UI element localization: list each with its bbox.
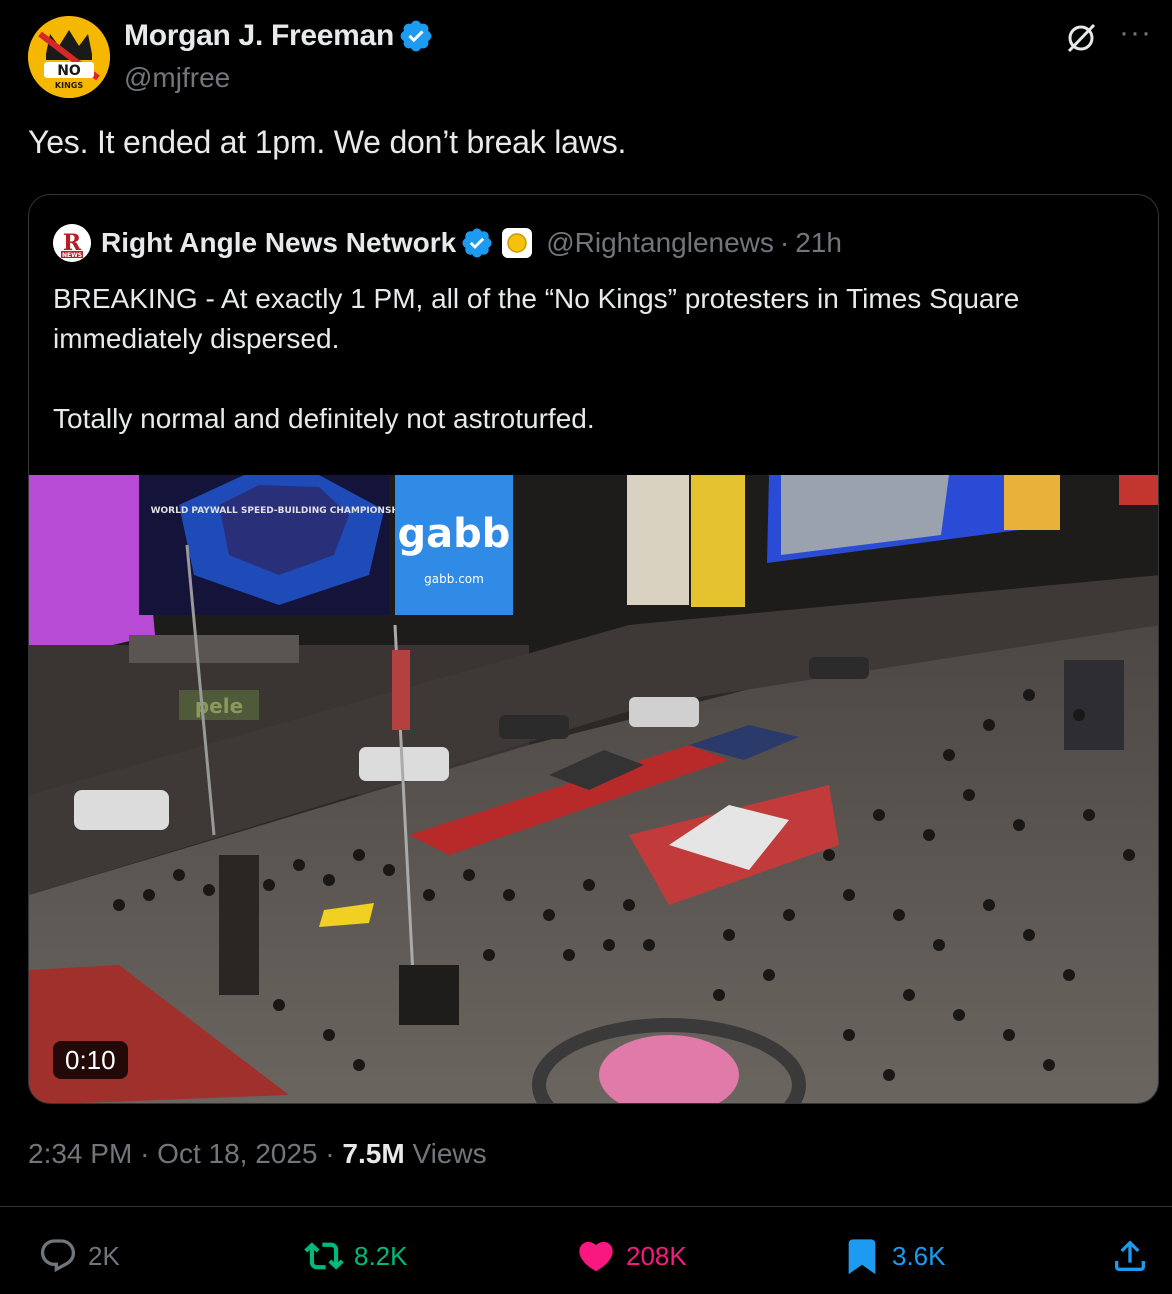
retweet-button[interactable]: 8.2K bbox=[304, 1226, 408, 1286]
quoted-paragraph-1: BREAKING - At exactly 1 PM, all of the “… bbox=[53, 283, 1020, 354]
quoted-video[interactable]: WORLD PAYWALL SPEED-BUILDING CHAMPIONSHI… bbox=[29, 475, 1158, 1103]
reply-count: 2K bbox=[88, 1240, 120, 1271]
no-kings-crown-logo-icon: NO KINGS bbox=[28, 16, 110, 98]
divider bbox=[0, 1206, 1172, 1207]
more-options-icon[interactable]: ··· bbox=[1119, 18, 1152, 48]
quoted-display-name[interactable]: Right Angle News Network bbox=[101, 227, 456, 259]
grok-icon[interactable] bbox=[1063, 20, 1099, 56]
retweet-icon bbox=[304, 1242, 344, 1270]
quoted-separator: · bbox=[779, 227, 790, 258]
like-button[interactable]: 208K bbox=[576, 1226, 687, 1286]
meta-separator-2: · bbox=[325, 1138, 335, 1169]
avatar-text-bottom: KINGS bbox=[55, 81, 83, 90]
author-display-name[interactable]: Morgan J. Freeman bbox=[124, 19, 394, 53]
author-avatar[interactable]: NO KINGS bbox=[28, 16, 110, 98]
views-label: Views bbox=[412, 1138, 487, 1169]
quoted-verified-badge-icon[interactable] bbox=[460, 226, 494, 260]
tweet-date[interactable]: Oct 18, 2025 bbox=[157, 1138, 317, 1169]
gabb-billboard-subtext: gabb.com bbox=[424, 572, 484, 586]
author-handle[interactable]: @mjfree bbox=[124, 62, 434, 94]
tweet-time[interactable]: 2:34 PM bbox=[28, 1138, 132, 1169]
billboard-title: WORLD PAYWALL SPEED-BUILDING CHAMPIONSHI… bbox=[151, 506, 416, 516]
bookmark-icon bbox=[848, 1239, 876, 1275]
tweet-header: NO KINGS Morgan J. Freeman @mjfree ··· bbox=[28, 14, 1152, 100]
affiliate-badge-icon[interactable] bbox=[502, 228, 533, 258]
quoted-avatar-subtext: NEWS bbox=[62, 252, 82, 259]
heart-icon bbox=[579, 1241, 613, 1272]
quoted-tweet[interactable]: R NEWS Right Angle News Network @Rightan… bbox=[28, 194, 1159, 1104]
right-angle-news-logo-icon: R NEWS bbox=[53, 224, 91, 262]
retweet-count: 8.2K bbox=[354, 1240, 408, 1271]
times-square-video-frame: WORLD PAYWALL SPEED-BUILDING CHAMPIONSHI… bbox=[29, 475, 1158, 1103]
tweet-meta: 2:34 PM · Oct 18, 2025 · 7.5M Views bbox=[28, 1138, 487, 1170]
reply-icon bbox=[40, 1239, 76, 1273]
action-bar: 2K 8.2K 208K 3.6K bbox=[0, 1226, 1172, 1286]
bookmark-button[interactable]: 3.6K bbox=[842, 1226, 946, 1286]
gabb-billboard-text: gabb bbox=[398, 511, 511, 557]
reply-button[interactable]: 2K bbox=[38, 1226, 120, 1286]
share-icon bbox=[1115, 1240, 1145, 1271]
quoted-time[interactable]: 21h bbox=[795, 227, 842, 259]
avatar-text-top: NO bbox=[57, 63, 81, 79]
views-count[interactable]: 7.5M bbox=[342, 1138, 404, 1169]
verified-badge-icon[interactable] bbox=[398, 18, 434, 54]
like-count: 208K bbox=[626, 1240, 687, 1271]
quoted-body: BREAKING - At exactly 1 PM, all of the “… bbox=[53, 279, 1133, 439]
meta-separator-1: · bbox=[140, 1138, 150, 1169]
video-timer: 0:10 bbox=[53, 1041, 128, 1079]
share-button[interactable] bbox=[1110, 1226, 1160, 1286]
quoted-handle[interactable]: @Rightanglenews bbox=[546, 227, 774, 259]
bookmark-count: 3.6K bbox=[892, 1240, 946, 1271]
tweet-text: Yes. It ended at 1pm. We don’t break law… bbox=[28, 124, 627, 160]
quoted-paragraph-2: Totally normal and definitely not astrot… bbox=[53, 403, 595, 434]
quoted-avatar[interactable]: R NEWS bbox=[53, 224, 91, 262]
